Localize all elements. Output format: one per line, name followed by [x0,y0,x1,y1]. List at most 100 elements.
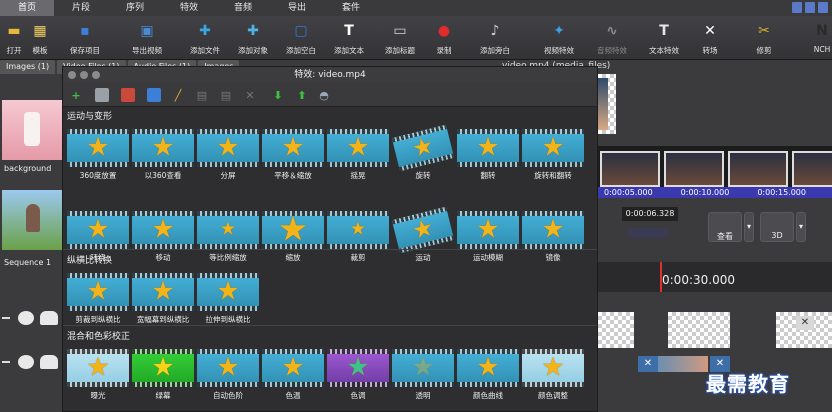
effect-tile[interactable]: ★ 拉伸到纵横比 [197,273,259,325]
add-title-button[interactable]: ▭ 添加标题 [385,19,415,56]
clip[interactable] [668,312,730,348]
template-icon: ▦ [33,23,47,39]
people-icon[interactable] [40,311,58,325]
effect-thumbnail: ★ [327,211,389,249]
timeline-filmstrip[interactable]: 0:00:05.000 0:00:10.000 0:00:15.000 [598,146,832,198]
star-icon: ★ [86,214,110,245]
copy-icon[interactable] [95,88,109,102]
section-divider [63,325,597,326]
list-icon[interactable]: ▤ [219,88,233,102]
collapse-icon[interactable] [2,317,10,319]
add-object-icon: ✚ [247,23,259,39]
audio-effects-button[interactable]: ∿ 音频特效 [597,19,627,56]
add-effect-icon[interactable]: + [69,88,83,102]
effect-tile[interactable]: ★ 宽幅幕到纵横比 [132,273,194,325]
media-thumb-background[interactable] [2,100,62,160]
effect-label: 360度放置 [79,171,117,180]
text-effects-button[interactable]: T 文本特效 [649,19,679,56]
trim-button[interactable]: ✂ 修剪 [752,19,776,56]
effect-tile[interactable]: ★ 等比例缩放 [197,211,259,263]
add-file-button[interactable]: ✚ 添加文件 [190,19,220,56]
add-voiceover-button[interactable]: ♪ 添加旁白 [480,19,510,56]
template-button[interactable]: ▦ 模板 [28,19,52,56]
eye-icon[interactable] [18,311,34,325]
transition-button[interactable]: ✕ 转场 [698,19,722,56]
close-icon[interactable] [68,71,76,79]
save-icon[interactable] [147,88,161,102]
menu-tab-3[interactable]: 特效 [162,0,216,16]
effect-tile[interactable]: ★ 平移＆缩放 [262,129,324,181]
effect-tile[interactable]: ★ 分屏 [197,129,259,181]
menu-tab-4[interactable]: 音频 [216,0,270,16]
menu-tab-6[interactable]: 套件 [324,0,378,16]
facebook-icon[interactable] [792,2,802,13]
clip[interactable] [658,356,708,372]
export-video-button[interactable]: ▣ 导出视频 [132,19,162,56]
media-tab-0[interactable]: Images (1) [0,60,56,74]
transition-icon[interactable]: ✕ [638,356,658,372]
effect-tile[interactable]: ★ 旋转 [391,124,455,181]
nch-button[interactable]: N NCH [810,19,832,54]
effect-tile[interactable]: ★ 移动 [132,211,194,263]
effect-tile[interactable]: ★ 绿幕 [132,349,194,401]
twitter-icon[interactable] [805,2,815,13]
effect-tile[interactable]: ★ 以360查看 [132,129,194,181]
effect-tile[interactable]: ★ 运动 [391,206,455,263]
delete-icon[interactable]: ✕ [243,88,257,102]
3d-dropdown[interactable]: ▾ [796,212,806,242]
open-button[interactable]: ▬ 打开 [2,19,26,56]
record-button[interactable]: ● 录制 [432,19,456,56]
add-object-button[interactable]: ✚ 添加对象 [238,19,268,56]
menu-tab-5[interactable]: 导出 [270,0,324,16]
collapse-icon[interactable] [2,361,10,363]
effect-tile[interactable]: ★ 颜色曲线 [457,349,519,401]
effect-tile[interactable]: ★ 镜像 [522,211,584,263]
move-down-icon[interactable]: ⬇ [271,88,285,102]
clip[interactable] [598,312,634,348]
effect-tile[interactable]: ★ 曝光 [67,349,129,401]
effect-tile[interactable]: ★ 缩放 [262,211,324,263]
menu-tab-2[interactable]: 序列 [108,0,162,16]
pencil-icon[interactable]: ╱ [171,88,185,102]
video-effects-icon: ✦ [553,23,565,39]
effect-tile[interactable]: ★ 色温 [262,349,324,401]
effect-tile[interactable]: ★ 翻转 [457,129,519,181]
3d-button[interactable]: 3D [760,212,794,242]
effect-tile[interactable]: ★ 运动模糊 [457,211,519,263]
menu-tab-1[interactable]: 片段 [54,0,108,16]
transition-icon[interactable]: ✕ [796,316,814,330]
effect-tile[interactable]: ★ 自动色阶 [197,349,259,401]
media-thumb-sequence[interactable] [2,190,62,250]
paste-icon[interactable] [121,88,135,102]
move-up-icon[interactable]: ⬆ [295,88,309,102]
youtube-icon[interactable] [818,2,828,13]
film-frame [792,151,832,187]
effect-tile[interactable]: ★ 摇晃 [327,129,389,181]
save-project-button[interactable]: ▪ 保存项目 [70,19,100,56]
people-icon[interactable] [40,355,58,369]
add-text-button[interactable]: T 添加文本 [334,19,364,56]
add-blank-button[interactable]: ▢ 添加空白 [286,19,316,56]
filmstrip-time: 0:00:10.000 [680,188,730,197]
effect-tile[interactable]: ★ 透明 [392,349,454,401]
view-button[interactable]: 查看 [708,212,742,242]
effect-label: 绿幕 [155,391,171,400]
section-title: 纵横比转换 [67,256,113,266]
zoom-icon[interactable] [92,71,100,79]
add-blank-label: 添加空白 [286,46,316,55]
menu-tab-0[interactable]: 首页 [0,0,54,16]
preview-icon[interactable]: ◓ [317,88,331,102]
effect-tile[interactable]: ★ 旋转和翻转 [522,129,584,181]
list-icon[interactable]: ▤ [195,88,209,102]
effect-tile[interactable]: ★ 色调 [327,349,389,401]
eye-icon[interactable] [18,355,34,369]
effect-thumbnail: ★ [132,349,194,387]
effect-tile[interactable]: ★ 剪裁到纵横比 [67,273,129,325]
view-dropdown[interactable]: ▾ [744,212,754,242]
effect-tile[interactable]: ★ 裁剪 [327,211,389,263]
video-effects-button[interactable]: ✦ 视频特效 [544,19,574,56]
effect-tile[interactable]: ★ 360度放置 [67,129,129,181]
minimize-icon[interactable] [80,71,88,79]
effect-thumbnail: ★ [327,349,389,387]
effect-tile[interactable]: ★ 颜色调整 [522,349,584,401]
